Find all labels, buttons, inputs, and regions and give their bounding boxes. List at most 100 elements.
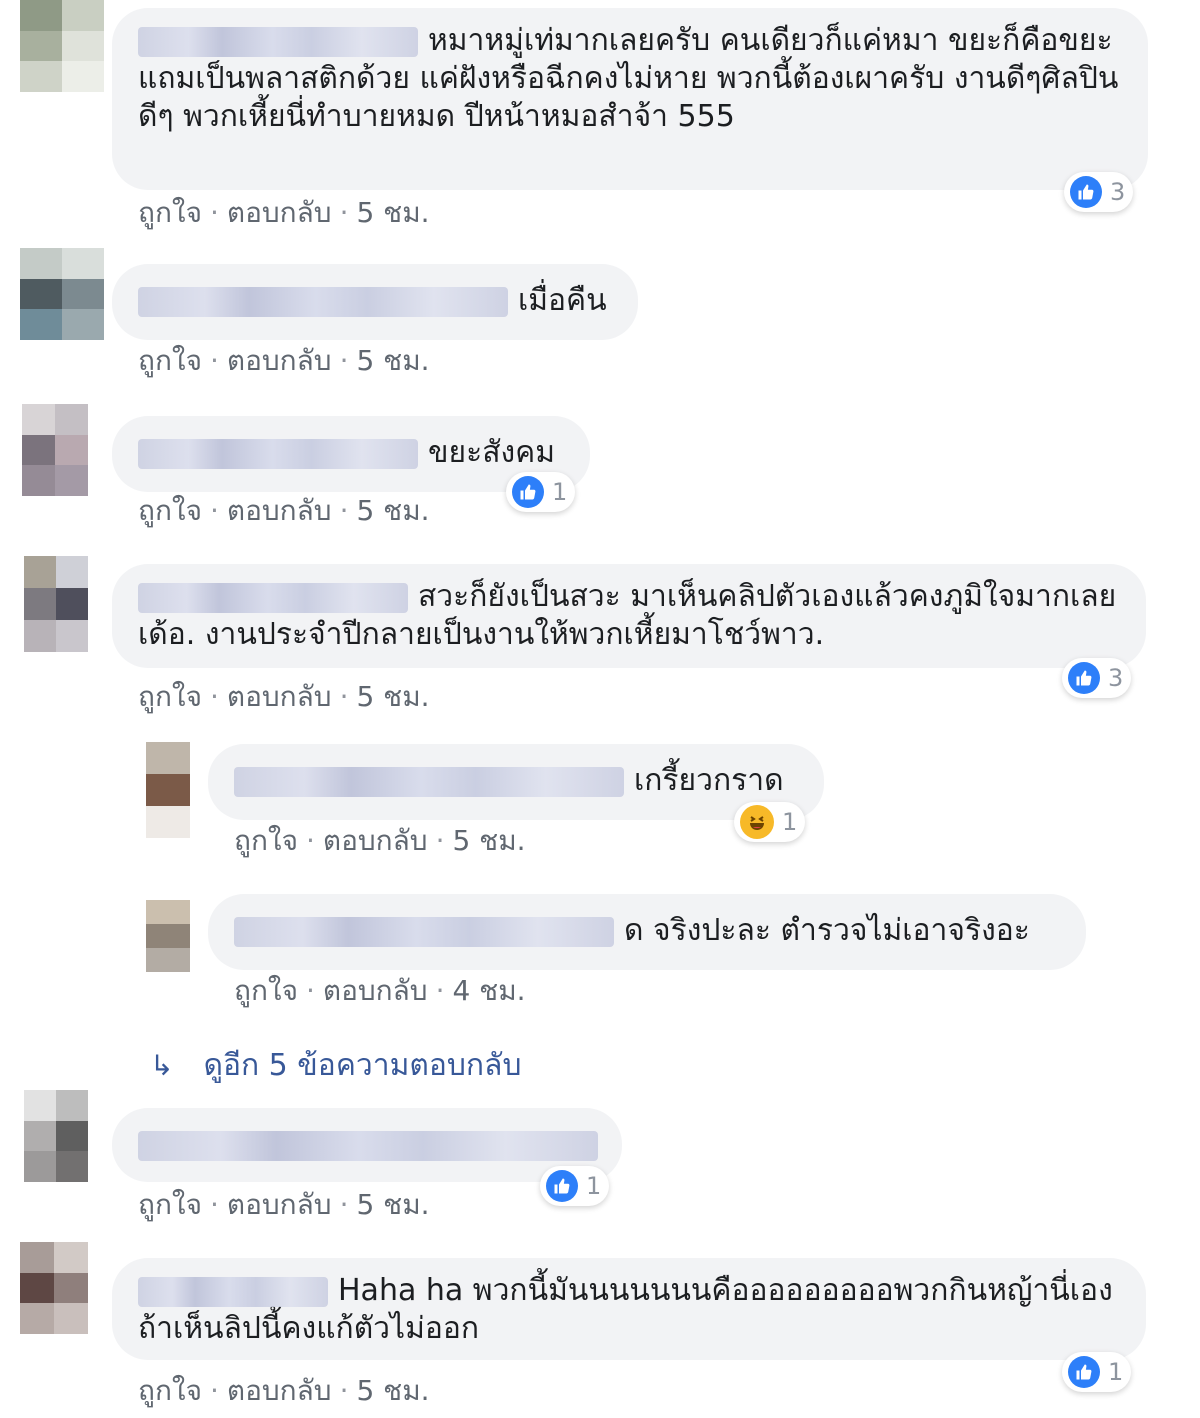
reply-link[interactable]: ตอบกลับ <box>227 344 332 377</box>
separator: · <box>209 1188 219 1221</box>
like-icon <box>512 476 544 508</box>
reply-link[interactable]: ตอบกลับ <box>323 974 428 1007</box>
reply-link[interactable]: ตอบกลับ <box>227 1374 332 1407</box>
comment: สวะก็ยังเป็นสวะ มาเห็นคลิปตัวเองแล้วคงภู… <box>0 556 1200 726</box>
comment-actions: ถูกใจ · ตอบกลับ · 5 ชม. <box>138 344 430 378</box>
comment-text: เกรี้ยวกราด <box>634 763 784 798</box>
like-link[interactable]: ถูกใจ <box>138 1374 202 1407</box>
avatar[interactable] <box>20 0 104 92</box>
separator: · <box>339 344 349 377</box>
reaction-summary[interactable]: 1 <box>734 802 806 842</box>
comment-actions: ถูกใจ · ตอบกลับ · 5 ชม. <box>138 196 430 230</box>
reply: เกรี้ยวกราด 1 ถูกใจ · ตอบกลับ · 5 ชม. <box>0 742 1200 872</box>
commenter-name[interactable] <box>138 286 508 317</box>
comment-bubble: เกรี้ยวกราด <box>208 744 824 820</box>
avatar[interactable] <box>20 1242 88 1334</box>
like-link[interactable]: ถูกใจ <box>138 680 202 713</box>
separator: · <box>209 344 219 377</box>
comment-actions: ถูกใจ · ตอบกลับ · 5 ชม. <box>138 680 430 714</box>
like-link[interactable]: ถูกใจ <box>234 824 298 857</box>
comment-bubble: สวะก็ยังเป็นสวะ มาเห็นคลิปตัวเองแล้วคงภู… <box>112 564 1146 668</box>
reaction-count: 1 <box>552 478 568 506</box>
reaction-summary[interactable]: 1 <box>1062 1352 1132 1392</box>
separator: · <box>339 494 349 527</box>
reply-link[interactable]: ตอบกลับ <box>227 494 332 527</box>
reaction-count: 3 <box>1108 664 1124 692</box>
like-icon <box>1070 176 1102 208</box>
comment-text: ด จริงปะละ ตำรวจไม่เอาจริงอะ <box>624 913 1030 948</box>
view-more-replies[interactable]: ↳ ดูอีก 5 ข้อความตอบกลับ <box>150 1048 522 1084</box>
comment-text: ขยะสังคม <box>428 435 556 470</box>
separator: · <box>209 680 219 713</box>
avatar[interactable] <box>146 900 190 972</box>
comment: เมื่อคืน ถูกใจ · ตอบกลับ · 5 ชม. <box>0 248 1200 388</box>
comment-text: เมื่อคืน <box>518 283 607 318</box>
comment-bubble: Haha ha พวกนี้มันนนนนนนคือออออออออพวกกิน… <box>112 1258 1146 1360</box>
separator: · <box>209 196 219 229</box>
separator: · <box>209 494 219 527</box>
view-more-label: ดูอีก 5 ข้อความตอบกลับ <box>203 1048 522 1083</box>
avatar[interactable] <box>24 1090 88 1182</box>
haha-icon <box>740 805 774 839</box>
avatar[interactable] <box>146 742 190 838</box>
separator: · <box>339 680 349 713</box>
comment: Haha ha พวกนี้มันนนนนนนคือออออออออพวกกิน… <box>0 1242 1200 1418</box>
comment: 1 ถูกใจ · ตอบกลับ · 5 ชม. <box>0 1090 1200 1230</box>
separator: · <box>305 824 315 857</box>
comment: หมาหมู่เท่มากเลยครับ คนเดียวก็แค่หมา ขยะ… <box>0 0 1200 240</box>
timestamp[interactable]: 5 ชม. <box>356 1188 429 1221</box>
timestamp[interactable]: 5 ชม. <box>356 344 429 377</box>
avatar[interactable] <box>22 404 88 496</box>
like-icon <box>546 1170 578 1202</box>
comment-actions: ถูกใจ · ตอบกลับ · 5 ชม. <box>138 494 430 528</box>
separator: · <box>339 1188 349 1221</box>
comment: ขยะสังคม 1 ถูกใจ · ตอบกลับ · 5 ชม. <box>0 404 1200 544</box>
like-link[interactable]: ถูกใจ <box>234 974 298 1007</box>
commenter-name[interactable] <box>138 438 418 469</box>
reaction-summary[interactable]: 3 <box>1062 658 1132 698</box>
comment-bubble: ด จริงปะละ ตำรวจไม่เอาจริงอะ <box>208 894 1086 970</box>
like-link[interactable]: ถูกใจ <box>138 494 202 527</box>
comment-actions: ถูกใจ · ตอบกลับ · 5 ชม. <box>234 824 526 858</box>
separator: · <box>339 196 349 229</box>
like-link[interactable]: ถูกใจ <box>138 196 202 229</box>
reply-arrow-icon: ↳ <box>150 1049 174 1082</box>
like-icon <box>1068 662 1100 694</box>
reply-link[interactable]: ตอบกลับ <box>227 1188 332 1221</box>
commenter-name[interactable] <box>138 1276 328 1307</box>
timestamp[interactable]: 4 ชม. <box>452 974 525 1007</box>
commenter-name[interactable] <box>234 916 614 947</box>
reaction-summary[interactable]: 1 <box>506 472 576 512</box>
reaction-count: 1 <box>782 808 798 836</box>
timestamp[interactable]: 5 ชม. <box>356 680 429 713</box>
avatar[interactable] <box>20 248 104 340</box>
timestamp[interactable]: 5 ชม. <box>356 1374 429 1407</box>
like-link[interactable]: ถูกใจ <box>138 1188 202 1221</box>
comment-bubble: หมาหมู่เท่มากเลยครับ คนเดียวก็แค่หมา ขยะ… <box>112 8 1148 190</box>
reply-link[interactable]: ตอบกลับ <box>227 680 332 713</box>
comment-actions: ถูกใจ · ตอบกลับ · 5 ชม. <box>138 1188 430 1222</box>
separator: · <box>435 974 445 1007</box>
commenter-name[interactable] <box>138 1130 598 1161</box>
timestamp[interactable]: 5 ชม. <box>356 494 429 527</box>
comment-actions: ถูกใจ · ตอบกลับ · 4 ชม. <box>234 974 526 1008</box>
commenter-name[interactable] <box>234 766 624 797</box>
timestamp[interactable]: 5 ชม. <box>452 824 525 857</box>
like-link[interactable]: ถูกใจ <box>138 344 202 377</box>
avatar[interactable] <box>24 556 88 652</box>
reply-link[interactable]: ตอบกลับ <box>227 196 332 229</box>
reaction-summary[interactable]: 1 <box>540 1166 610 1206</box>
reply-link[interactable]: ตอบกลับ <box>323 824 428 857</box>
commenter-name[interactable] <box>138 26 418 57</box>
comment-actions: ถูกใจ · ตอบกลับ · 5 ชม. <box>138 1374 430 1408</box>
reaction-summary[interactable]: 3 <box>1064 172 1134 212</box>
reaction-count: 1 <box>1108 1358 1124 1386</box>
like-icon <box>1068 1356 1100 1388</box>
comment-bubble: เมื่อคืน <box>112 264 638 340</box>
reply: ด จริงปะละ ตำรวจไม่เอาจริงอะ ถูกใจ · ตอบกล… <box>0 892 1200 1012</box>
separator: · <box>305 974 315 1007</box>
separator: · <box>435 824 445 857</box>
timestamp[interactable]: 5 ชม. <box>356 196 429 229</box>
commenter-name[interactable] <box>138 582 408 613</box>
reaction-count: 1 <box>586 1172 602 1200</box>
